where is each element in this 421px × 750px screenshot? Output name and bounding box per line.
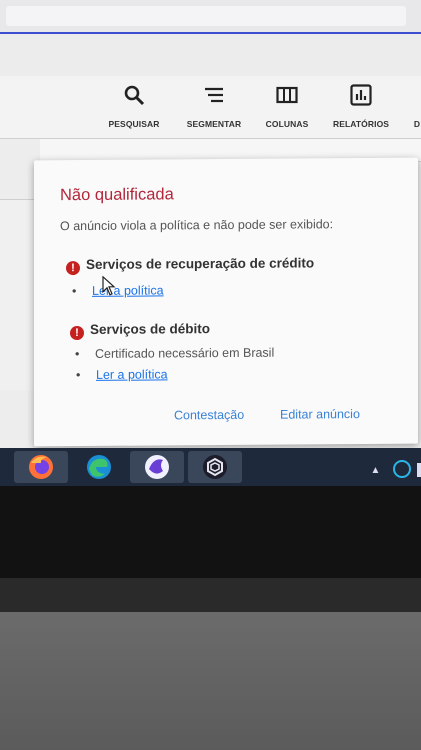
reason-title: Serviços de recuperação de crédito <box>86 255 315 272</box>
laptop-base <box>0 612 421 750</box>
address-bar[interactable] <box>6 6 406 26</box>
mouse-cursor-icon <box>102 275 116 296</box>
tray-app-icon[interactable] <box>393 460 412 478</box>
search-tool-label: PESQUISAR <box>108 119 160 129</box>
disapproval-dialog: Não qualificada O anúncio viola a políti… <box>34 157 418 447</box>
bullet-item: Certificado necessário em Brasil <box>95 346 274 361</box>
taskbar-firefox[interactable] <box>14 451 68 483</box>
screen: PESQUISAR SEGMENTAR COLUNAS RELATÓRIOS D… <box>0 0 421 488</box>
reason-credit-recovery: ! Serviços de recuperação de crédito <box>66 255 315 276</box>
columns-tool[interactable]: COLUNAS <box>262 84 312 132</box>
system-tray: ▲ <box>371 460 421 478</box>
dialog-title: Não qualificada <box>60 185 174 205</box>
certificate-note: Certificado necessário em Brasil <box>95 345 275 361</box>
segment-tool-label: SEGMENTAR <box>186 119 242 129</box>
bullet-item: Ler a política <box>96 367 168 381</box>
search-icon <box>124 85 145 106</box>
policy-link[interactable]: Ler a política <box>96 367 168 381</box>
edge-icon <box>87 455 111 479</box>
vpn-icon <box>203 455 227 479</box>
page-header-area <box>0 34 421 76</box>
taskbar-vpn[interactable] <box>188 451 242 483</box>
firefox-icon <box>29 455 53 479</box>
taskbar: ▲ <box>0 448 421 486</box>
reports-icon <box>350 84 372 106</box>
tray-network-icon[interactable] <box>417 463 421 477</box>
error-icon: ! <box>66 261 80 276</box>
dialog-description: O anúncio viola a política e não pode se… <box>60 217 334 234</box>
columns-tool-label: COLUNAS <box>265 119 309 129</box>
reports-tool-label: RELATÓRIOS <box>332 119 390 129</box>
taskbar-edge[interactable] <box>72 451 126 483</box>
segment-tool[interactable]: SEGMENTAR <box>184 84 244 132</box>
segment-icon <box>205 87 223 103</box>
app-icon <box>145 455 169 479</box>
tray-up-arrow-icon[interactable]: ▲ <box>371 465 381 476</box>
reason-title: Serviços de débito <box>90 321 211 337</box>
browser-bar <box>0 0 421 34</box>
appeal-button[interactable]: Contestação <box>174 408 244 422</box>
error-icon: ! <box>70 325 84 341</box>
reason-debt-services: ! Serviços de débito <box>70 321 211 341</box>
table-toolbar: PESQUISAR SEGMENTAR COLUNAS RELATÓRIOS D <box>0 76 421 139</box>
edit-ad-button[interactable]: Editar anúncio <box>280 407 360 422</box>
search-tool[interactable]: PESQUISAR <box>108 84 160 132</box>
reports-tool[interactable]: RELATÓRIOS <box>330 84 392 132</box>
laptop-hinge <box>0 578 421 614</box>
more-tool[interactable]: D <box>410 114 421 132</box>
taskbar-app[interactable] <box>130 451 184 483</box>
columns-icon <box>276 86 298 104</box>
more-tool-label: D <box>413 119 421 129</box>
